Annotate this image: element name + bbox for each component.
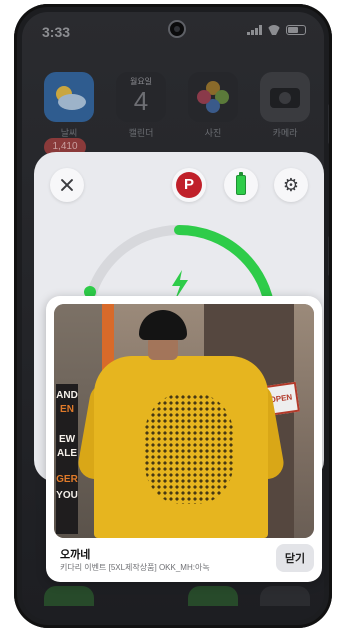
app-label-photos: 사진 [204, 128, 222, 138]
app-label-calendar: 캘린더 [128, 128, 154, 138]
poster-text-line: YOU [56, 490, 78, 501]
poster-text-line: ALE [57, 448, 77, 459]
product-popup: AND EN EW ALE GER YOU OPEN 오까네 키다리 이벤트 [… [46, 296, 322, 582]
status-time: 3:33 [42, 24, 71, 40]
photo-halftone-print [144, 394, 234, 504]
calendar-icon[interactable]: 월요일 4 [116, 72, 166, 122]
product-description: 키다리 이벤트 [5XL제작상품] OKK_MH:아녹 [60, 563, 210, 572]
wifi-icon [267, 25, 281, 35]
dock-messages-icon[interactable] [188, 586, 238, 606]
photos-icon[interactable] [188, 72, 238, 122]
front-camera-icon [168, 20, 186, 38]
dock-music-icon[interactable] [260, 586, 310, 606]
photo-poster: AND EN EW ALE GER YOU [56, 384, 78, 534]
poster-text-line: EN [60, 404, 74, 415]
signal-icon [247, 25, 262, 35]
phone-device: 3:33 날씨 월요일 4 캘린더 사진 카메라 1,410 P ⚙ AND E… [14, 4, 332, 628]
poster-text-line: EW [58, 434, 76, 445]
status-icons [247, 25, 306, 35]
weather-icon[interactable] [44, 72, 94, 122]
store-name: 오까네 [60, 549, 91, 561]
camera-icon[interactable] [260, 72, 310, 122]
battery-icon [286, 25, 306, 35]
power-button[interactable] [328, 236, 332, 276]
volume-button[interactable] [328, 104, 332, 144]
poster-text-line: AND [56, 390, 78, 401]
dock-phone-icon[interactable] [44, 586, 94, 606]
popup-close-button[interactable]: 닫기 [276, 544, 314, 572]
app-label-camera: 카메라 [272, 128, 298, 138]
calendar-day: 4 [133, 86, 149, 116]
poster-text-line: GER [56, 474, 78, 485]
status-bar: 3:33 [22, 12, 324, 46]
product-photo[interactable]: AND EN EW ALE GER YOU OPEN [54, 304, 314, 538]
